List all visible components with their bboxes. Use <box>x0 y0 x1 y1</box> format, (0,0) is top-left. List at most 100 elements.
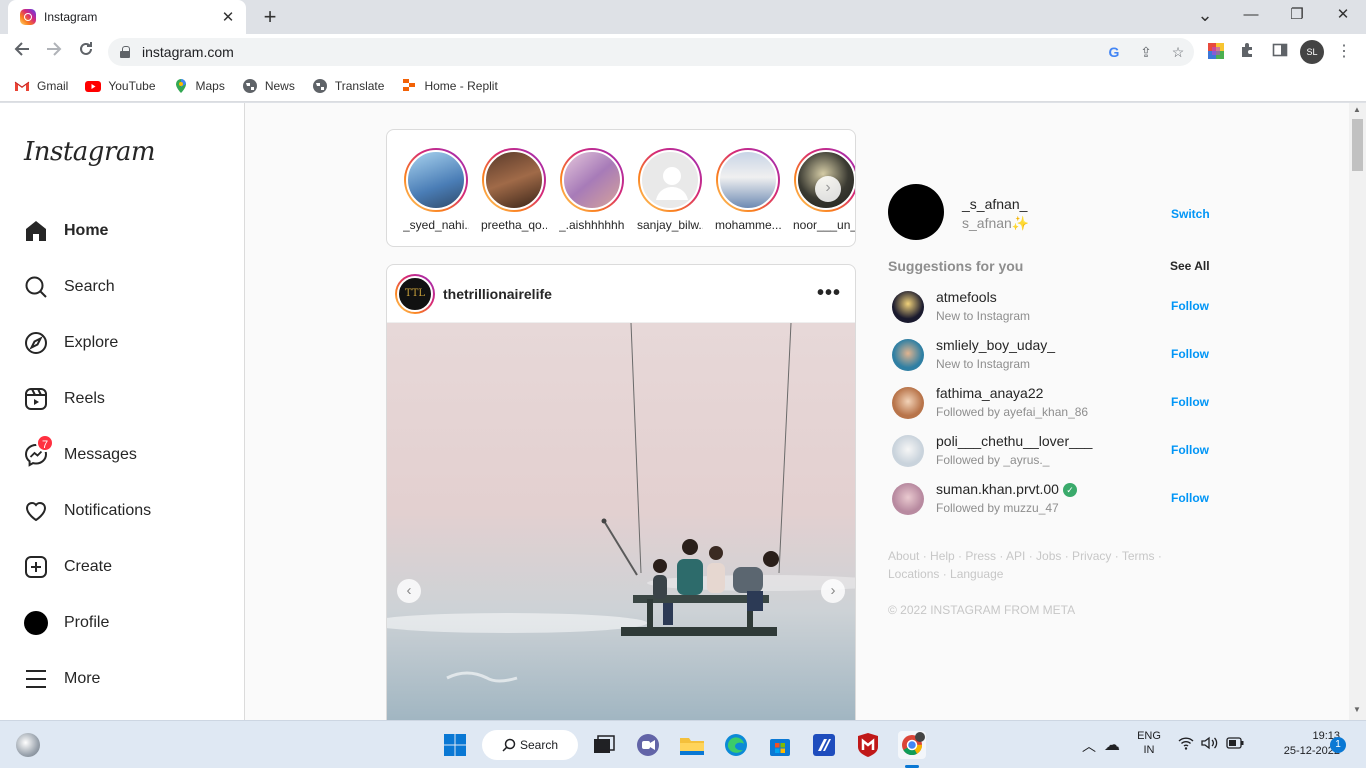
instagram-logo[interactable]: Instagram <box>24 137 156 167</box>
current-username[interactable]: _s_afnan_ <box>962 196 1027 212</box>
windows-taskbar: Search ︿ ☁ ENG IN 19:13 25-12-2022 1 <box>0 720 1366 768</box>
bookmark-maps[interactable]: Maps <box>173 78 225 94</box>
battery-icon[interactable] <box>1226 737 1244 752</box>
suggestion-username[interactable]: suman.khan.prvt.00 ✓ <box>936 481 1077 497</box>
current-user-avatar[interactable] <box>888 184 944 240</box>
scroll-up-icon[interactable]: ▲ <box>1353 105 1361 114</box>
story-item[interactable]: sanjay_bilw... <box>637 148 703 232</box>
chrome-taskbar-icon[interactable] <box>898 731 926 759</box>
suggestion-avatar[interactable] <box>892 435 924 467</box>
volume-icon[interactable] <box>1201 736 1219 753</box>
suggestion-avatar[interactable] <box>892 387 924 419</box>
sidebar-item-profile[interactable]: Profile <box>24 603 234 643</box>
next-image-button[interactable]: › <box>821 579 845 603</box>
tab-search-icon[interactable]: ⌄ <box>1182 0 1228 30</box>
story-item[interactable]: _syed_nahi... <box>403 148 469 232</box>
bookmark-gmail[interactable]: Gmail <box>14 78 68 94</box>
input-language-indicator[interactable]: ENG IN <box>1134 730 1164 756</box>
suggestion-username[interactable]: poli___chethu__lover___ <box>936 433 1092 449</box>
mcafee-icon[interactable] <box>854 731 882 759</box>
follow-button[interactable]: Follow <box>1171 347 1209 361</box>
suggestion-avatar[interactable] <box>892 483 924 515</box>
forward-button[interactable] <box>42 40 66 64</box>
post-avatar[interactable]: TTL <box>395 273 435 314</box>
chrome-menu-icon[interactable]: ⋮ <box>1334 42 1354 62</box>
see-all-button[interactable]: See All <box>1170 259 1210 273</box>
bookmark-youtube[interactable]: YouTube <box>85 78 156 94</box>
sidebar-item-home[interactable]: Home <box>24 211 234 251</box>
sidebar-item-explore[interactable]: Explore <box>24 323 234 363</box>
teams-chat-icon[interactable] <box>634 731 662 759</box>
post-image[interactable]: ‹ › <box>387 323 855 720</box>
suggestion-subtitle: Followed by ayefai_khan_86 <box>936 405 1089 419</box>
sidebar-item-reels[interactable]: Reels <box>24 379 234 419</box>
browser-tab-instagram[interactable]: Instagram ✕ <box>8 0 246 34</box>
follow-button[interactable]: Follow <box>1171 395 1209 409</box>
edge-browser-icon[interactable] <box>722 731 750 759</box>
file-explorer-icon[interactable] <box>678 731 706 759</box>
search-icon <box>24 275 48 299</box>
sidebar-item-search[interactable]: Search <box>24 267 234 307</box>
taskbar-search-label: Search <box>520 738 559 752</box>
suggestion-avatar[interactable] <box>892 291 924 323</box>
globe-icon <box>242 78 258 94</box>
sidebar-item-messages[interactable]: 7 Messages <box>24 434 234 475</box>
task-view-icon[interactable] <box>590 731 618 759</box>
notification-badge[interactable]: 1 <box>1330 737 1346 753</box>
stories-next-button[interactable]: › <box>815 176 841 202</box>
story-username: preetha_qo... <box>481 218 547 232</box>
reload-button[interactable] <box>74 40 98 64</box>
switch-account-button[interactable]: Switch <box>1171 207 1210 221</box>
onedrive-cloud-icon[interactable]: ☁ <box>1104 735 1120 755</box>
url-text[interactable]: instagram.com <box>142 44 1098 60</box>
share-icon[interactable]: ⇪ <box>1130 44 1162 61</box>
footer-links[interactable]: About · Help · Press · API · Jobs · Priv… <box>888 547 1208 583</box>
lock-icon[interactable] <box>118 45 132 59</box>
bookmark-star-icon[interactable]: ☆ <box>1162 44 1194 61</box>
scroll-down-icon[interactable]: ▼ <box>1353 705 1361 714</box>
windows-start-icon[interactable] <box>441 731 469 759</box>
suggestion-avatar[interactable] <box>892 339 924 371</box>
vscode-icon[interactable] <box>810 731 838 759</box>
bookmark-replit[interactable]: Home - Replit <box>401 78 498 94</box>
side-panel-icon[interactable] <box>1270 42 1290 62</box>
taskbar-search[interactable]: Search <box>482 730 578 760</box>
sidebar-item-more[interactable]: More <box>24 659 234 699</box>
story-username: mohamme... <box>715 218 781 232</box>
address-bar[interactable]: instagram.com G ⇪ ☆ <box>108 38 1194 66</box>
sidebar-item-notifications[interactable]: Notifications <box>24 491 234 531</box>
suggestion-row: fathima_anaya22 Followed by ayefai_khan_… <box>892 385 1210 425</box>
close-window-button[interactable]: ✕ <box>1320 0 1366 30</box>
minimize-button[interactable]: — <box>1228 0 1274 30</box>
color-extension-icon[interactable] <box>1206 42 1226 62</box>
story-item[interactable]: preetha_qo... <box>481 148 547 232</box>
bookmark-translate[interactable]: Translate <box>312 78 384 94</box>
story-item[interactable]: _.aishhhhhh... <box>559 148 625 232</box>
tab-close-icon[interactable]: ✕ <box>220 8 236 26</box>
follow-button[interactable]: Follow <box>1171 299 1209 313</box>
sidebar-item-create[interactable]: Create <box>24 547 234 587</box>
show-hidden-icons-chevron-icon[interactable]: ︿ <box>1082 736 1096 756</box>
post-username[interactable]: thetrillionairelife <box>443 286 817 302</box>
page-scrollbar[interactable]: ▲ ▼ <box>1349 103 1366 720</box>
suggestion-username[interactable]: atmefools <box>936 289 997 305</box>
google-lens-icon[interactable]: G <box>1098 44 1130 60</box>
back-button[interactable] <box>10 40 34 64</box>
instagram-favicon-icon <box>20 9 36 25</box>
suggestion-username[interactable]: smliely_boy_uday_ <box>936 337 1055 353</box>
follow-button[interactable]: Follow <box>1171 443 1209 457</box>
story-item[interactable]: mohamme... <box>715 148 781 232</box>
more-options-icon[interactable]: ••• <box>817 282 841 305</box>
scrollbar-thumb[interactable] <box>1352 119 1363 171</box>
follow-button[interactable]: Follow <box>1171 491 1209 505</box>
extensions-puzzle-icon[interactable] <box>1238 42 1258 62</box>
suggestion-username[interactable]: fathima_anaya22 <box>936 385 1043 401</box>
maximize-button[interactable]: ❐ <box>1274 0 1320 30</box>
bookmark-news[interactable]: News <box>242 78 295 94</box>
microsoft-store-icon[interactable] <box>766 731 794 759</box>
wifi-icon[interactable] <box>1178 736 1194 753</box>
new-tab-button[interactable]: + <box>259 4 281 30</box>
weather-widget-icon[interactable] <box>16 733 40 757</box>
profile-avatar-button[interactable]: SL <box>1300 40 1324 64</box>
previous-image-button[interactable]: ‹ <box>397 579 421 603</box>
